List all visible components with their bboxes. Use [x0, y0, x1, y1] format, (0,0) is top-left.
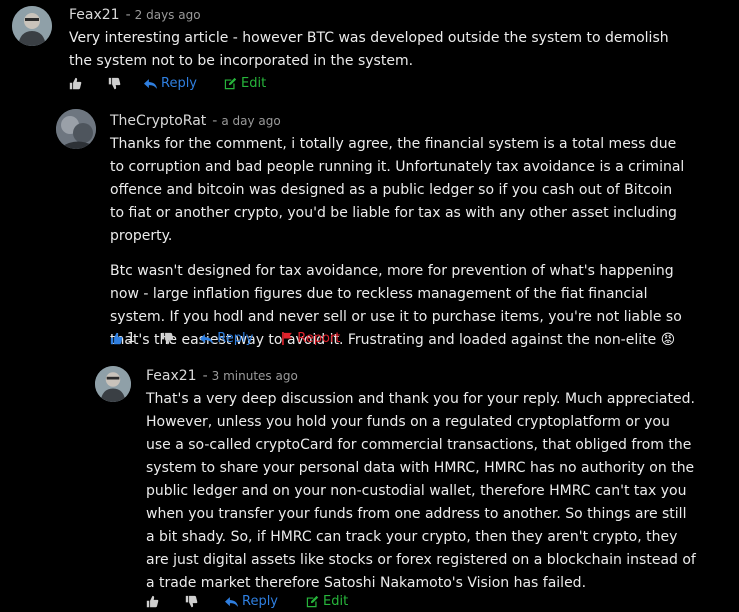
- comment-paragraph: That's a very deep discussion and thank …: [146, 391, 696, 591]
- thumbs-up-icon: [110, 332, 123, 345]
- reply-button[interactable]: Reply: [225, 594, 278, 609]
- thumbs-down-icon: [108, 77, 121, 90]
- comment-paragraph: Thanks for the comment, i totally agree,…: [110, 136, 685, 244]
- comment-actions: Reply Edit: [146, 594, 348, 609]
- reply-button[interactable]: Reply: [144, 76, 197, 91]
- separator: -: [125, 7, 131, 23]
- reply-button[interactable]: Reply: [200, 331, 253, 346]
- edit-button[interactable]: Edit: [306, 594, 348, 609]
- reply-label: Reply: [217, 331, 254, 346]
- thumbs-up-icon: [146, 595, 159, 608]
- reply-label: Reply: [161, 76, 198, 91]
- edit-button[interactable]: Edit: [224, 76, 266, 91]
- author-name[interactable]: Feax21: [69, 7, 120, 23]
- report-label: Report: [297, 331, 341, 346]
- author-name[interactable]: Feax21: [146, 368, 197, 384]
- edit-label: Edit: [241, 76, 267, 91]
- comment-body: Very interesting article - however BTC w…: [69, 27, 689, 73]
- report-button[interactable]: Report: [281, 331, 340, 346]
- avatar[interactable]: [12, 6, 52, 46]
- reply-arrow-icon: [144, 78, 157, 89]
- reply-arrow-icon: [200, 333, 214, 344]
- comment-body: That's a very deep discussion and thank …: [146, 388, 696, 595]
- timestamp: 3 minutes ago: [211, 369, 298, 383]
- timestamp: a day ago: [221, 114, 281, 128]
- thumbs-up-icon: [69, 77, 82, 90]
- thumbs-down-icon: [185, 595, 198, 608]
- comment-header: TheCryptoRat - a day ago: [110, 113, 281, 129]
- like-button[interactable]: [69, 77, 82, 90]
- dislike-button[interactable]: [161, 332, 174, 345]
- comment-header: Feax21-2 days ago: [69, 7, 201, 23]
- comment-paragraph: Very interesting article - however BTC w…: [69, 30, 669, 69]
- comment-actions: 1 Reply Report: [110, 331, 340, 346]
- edit-icon: [224, 77, 237, 90]
- timestamp: 2 days ago: [134, 8, 201, 22]
- flag-icon: [282, 332, 293, 345]
- dislike-button[interactable]: [185, 595, 198, 608]
- edit-label: Edit: [323, 594, 349, 609]
- author-name[interactable]: TheCryptoRat: [110, 113, 206, 129]
- avatar[interactable]: [56, 109, 96, 149]
- like-button[interactable]: [146, 595, 159, 608]
- avatar[interactable]: [95, 366, 131, 402]
- separator: -: [212, 113, 218, 129]
- comment-header: Feax21-3 minutes ago: [146, 368, 298, 384]
- reply-label: Reply: [242, 594, 279, 609]
- separator: -: [202, 368, 208, 384]
- comment-body: Thanks for the comment, i totally agree,…: [110, 133, 685, 352]
- comment-actions: Reply Edit: [69, 76, 266, 91]
- dislike-button[interactable]: [108, 77, 121, 90]
- reply-arrow-icon: [225, 596, 238, 607]
- edit-icon: [306, 595, 319, 608]
- like-count: 1: [127, 331, 136, 346]
- like-button[interactable]: 1: [110, 331, 135, 346]
- thumbs-down-icon: [162, 332, 174, 345]
